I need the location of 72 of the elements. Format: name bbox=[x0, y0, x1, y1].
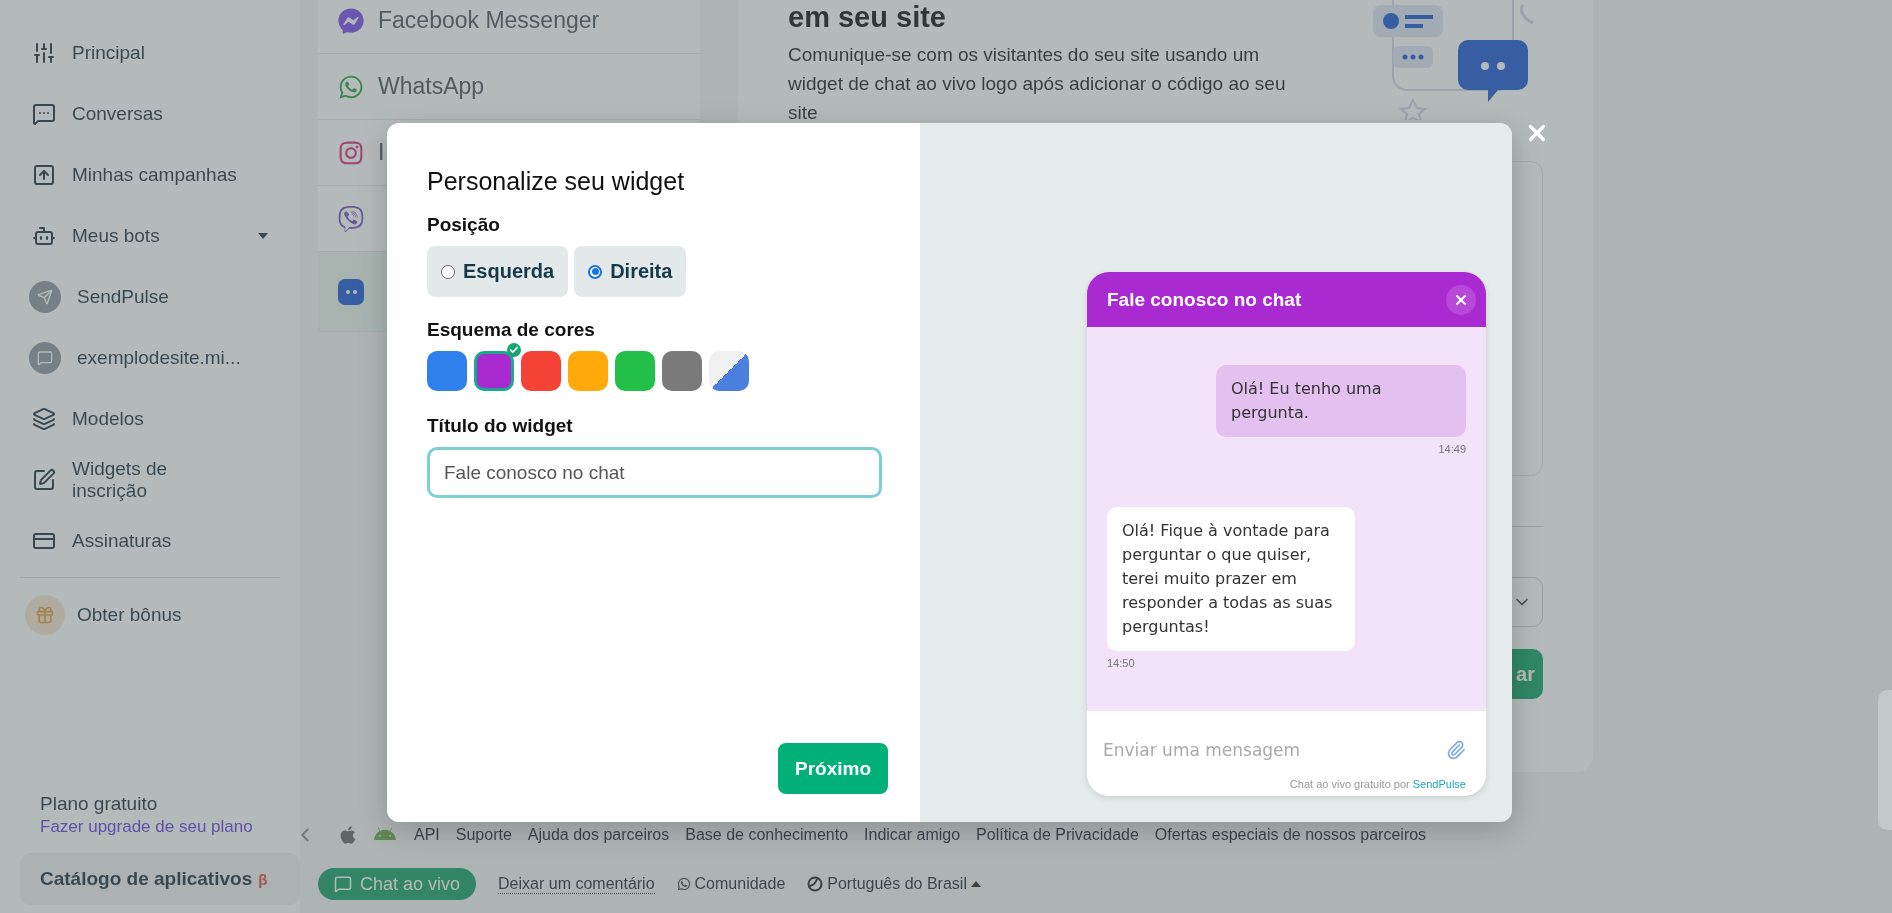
next-button[interactable]: Próximo bbox=[778, 743, 888, 794]
radio-option[interactable]: Direita bbox=[574, 246, 687, 297]
message-bubble: Olá! Eu tenho uma pergunta. bbox=[1216, 365, 1466, 437]
footer-link[interactable]: Base de conhecimento bbox=[685, 826, 849, 844]
footer-link[interactable]: API bbox=[414, 826, 440, 844]
apple-icon[interactable] bbox=[338, 825, 358, 845]
plan-name: Plano gratuito bbox=[40, 793, 159, 815]
footer-link[interactable]: Ajuda dos parceiros bbox=[527, 826, 670, 844]
widget-close-button[interactable] bbox=[1446, 284, 1476, 315]
live-chat-icon bbox=[338, 278, 364, 305]
sendpulse-link[interactable]: SendPulse bbox=[1412, 778, 1466, 790]
color-swatch[interactable] bbox=[427, 351, 467, 391]
color-swatch[interactable] bbox=[615, 351, 655, 391]
sidebar-item[interactable]: Obter bônus bbox=[20, 584, 280, 645]
color-swatch[interactable] bbox=[662, 351, 702, 391]
title-input[interactable]: Fale conosco no chat bbox=[427, 447, 882, 498]
sidebar-item[interactable]: Modelos bbox=[20, 388, 280, 449]
community-label: Comunidade bbox=[694, 875, 786, 893]
sliders-icon bbox=[32, 40, 56, 65]
check-icon bbox=[507, 343, 521, 357]
globe-icon bbox=[807, 876, 824, 892]
language-label: Português do Brasil bbox=[827, 875, 967, 893]
chat-bubble-icon bbox=[32, 101, 56, 126]
field-label: Posição bbox=[427, 214, 501, 236]
beta-label: β bbox=[258, 870, 268, 888]
channel-item[interactable]: Facebook Messenger bbox=[318, 0, 700, 54]
message-bubble: Olá! Fique à vontade para perguntar o que quiser, terei muito prazer em responder a todas as suas perguntas! bbox=[1107, 507, 1355, 651]
edit-icon bbox=[32, 467, 56, 492]
footer-link[interactable]: Indicar amigo bbox=[864, 826, 961, 844]
widget-title: Fale conosco no chat bbox=[1107, 288, 1302, 311]
credit-text: Chat ao vivo gratuito por SendPulse bbox=[1289, 778, 1466, 790]
viber-icon bbox=[338, 205, 364, 232]
sidebar-item[interactable]: Meus bots bbox=[20, 205, 280, 266]
caret-up-icon bbox=[970, 881, 981, 887]
chat-bubble-icon bbox=[29, 341, 61, 374]
message-time: 14:49 bbox=[1438, 443, 1466, 455]
stack-icon bbox=[32, 406, 56, 431]
radio-option[interactable]: Esquerda bbox=[427, 246, 569, 297]
upload-icon bbox=[32, 162, 56, 187]
footer-link[interactable]: Ofertas especiais de nossos parceiros bbox=[1154, 826, 1427, 844]
chat-bubble-icon bbox=[334, 875, 352, 893]
modal-title: Personalize seu widget bbox=[427, 167, 686, 196]
sidebar-item[interactable]: Widgets de inscrição bbox=[20, 449, 280, 510]
sidebar-item[interactable]: SendPulse bbox=[20, 266, 280, 327]
channel-item[interactable]: WhatsApp bbox=[318, 54, 700, 120]
field-label: Esquema de cores bbox=[427, 319, 596, 341]
card-description: Comunique-se com os visitantes do seu site usando um widget de chat ao vivo logo após adicionar o código ao seu site bbox=[788, 43, 1287, 125]
sidebar-item[interactable]: Principal bbox=[20, 22, 280, 83]
paper-plane-icon bbox=[29, 280, 61, 313]
footer-link[interactable]: Suporte bbox=[455, 826, 512, 844]
color-swatch[interactable] bbox=[521, 351, 561, 391]
footer-link[interactable]: Política de Privacidade bbox=[976, 826, 1139, 844]
messenger-icon bbox=[338, 7, 364, 34]
message-time: 14:50 bbox=[1107, 657, 1135, 669]
upgrade-link[interactable]: Fazer upgrade de seu plano bbox=[40, 817, 280, 837]
attach-icon[interactable] bbox=[1446, 739, 1466, 760]
color-swatch[interactable] bbox=[568, 351, 608, 391]
gift-icon bbox=[25, 594, 65, 635]
sidebar-item[interactable]: Assinaturas bbox=[20, 510, 280, 571]
feedback-link[interactable]: Deixar um comentário bbox=[498, 874, 655, 894]
color-swatch[interactable] bbox=[474, 351, 514, 391]
field-label: Título do widget bbox=[427, 415, 574, 437]
sidebar-item[interactable]: exemplodesite.mi... bbox=[20, 327, 280, 388]
whatsapp-icon bbox=[676, 877, 691, 891]
card-heading: em seu site bbox=[788, 0, 947, 34]
language-selector[interactable]: Português do Brasil bbox=[807, 875, 981, 893]
community-link[interactable]: Comunidade bbox=[676, 875, 786, 893]
sidebar-item[interactable]: Minhas campanhas bbox=[20, 144, 280, 205]
instagram-icon bbox=[338, 139, 364, 166]
whatsapp-icon bbox=[338, 73, 364, 100]
sidebar-item[interactable]: Conversas bbox=[20, 83, 280, 144]
color-swatch[interactable] bbox=[709, 351, 749, 391]
